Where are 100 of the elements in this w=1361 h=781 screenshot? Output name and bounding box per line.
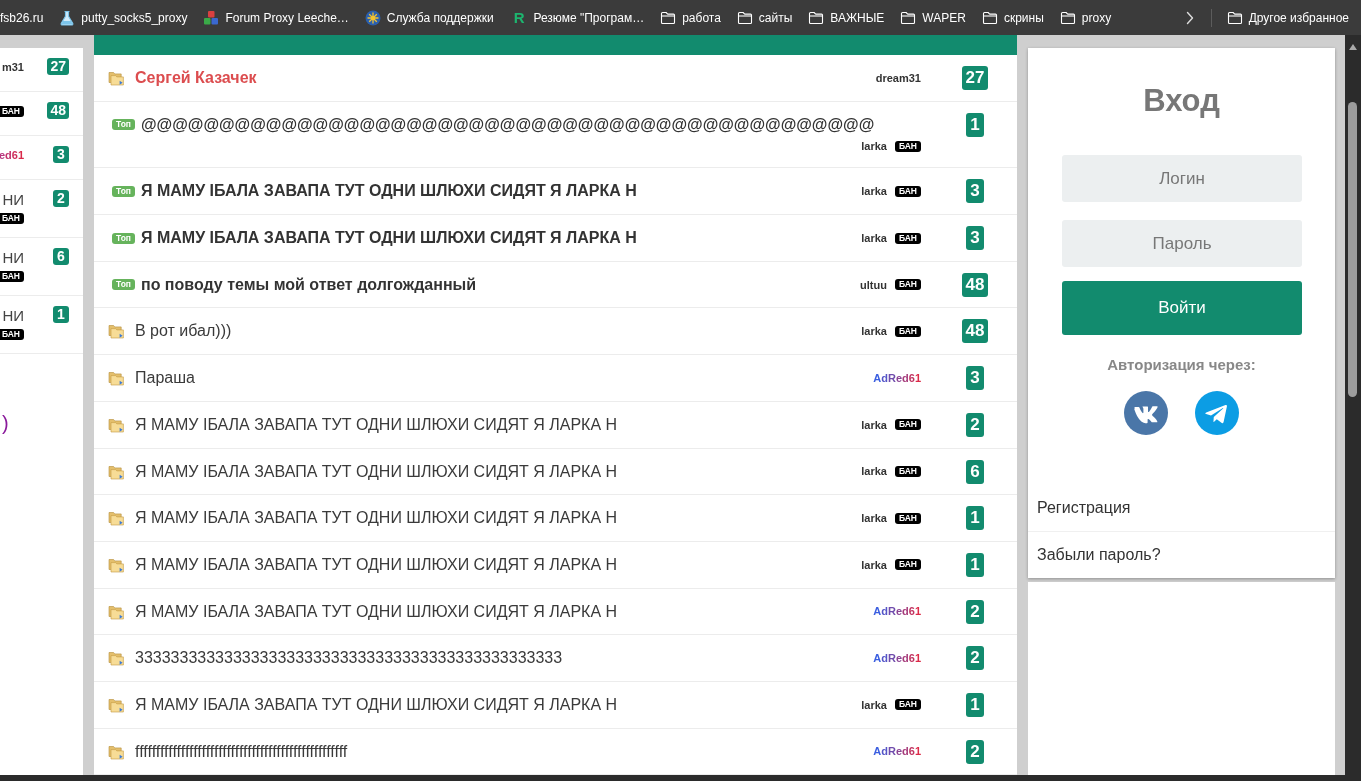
bookmark-link[interactable]: putty_socks5_proxy <box>59 9 188 26</box>
ban-badge: БАН <box>894 466 921 477</box>
reply-count: 3 <box>966 226 984 251</box>
reply-count: 1 <box>53 306 69 323</box>
ban-badge: БАН <box>894 419 921 431</box>
topic-title[interactable]: Я МАМУ ІБАЛА ЗАВАПА ТУТ ОДНИ ШЛЮХИ СИДЯТ Я ЛАРКА Н <box>135 599 618 624</box>
folders-icon <box>108 463 124 480</box>
scrollbar-track[interactable] <box>1345 35 1361 775</box>
folder-icon <box>1226 9 1243 26</box>
reply-count: 1 <box>966 552 984 577</box>
folder-icon <box>660 9 677 26</box>
ban-badge: БАН <box>894 279 921 291</box>
folders-icon <box>108 323 124 340</box>
author-name[interactable]: ultuu <box>860 276 887 293</box>
topic-title[interactable]: @@@@@@@@@@@@@@@@@@@@@@@@@@@@@@@@@@@@@@@@@@@@@@@ <box>141 112 875 137</box>
bookmark-link[interactable]: Служба поддержки <box>364 9 494 26</box>
topic-title[interactable]: Я МАМУ ІБАЛА ЗАВАПА ТУТ ОДНИ ШЛЮХИ СИДЯТ Я ЛАРКА Н <box>135 459 618 484</box>
topic-title[interactable]: Параша <box>135 366 195 391</box>
folders-icon <box>108 650 124 667</box>
topic-title[interactable]: Я МАМУ ІБАЛА ЗАВАПА ТУТ ОДНИ ШЛЮХИ СИДЯТ Я ЛАРКА Н <box>135 412 618 437</box>
topic-title[interactable]: НИ <box>2 306 24 325</box>
social-label: Авторизация через: <box>1106 355 1257 375</box>
topic-title[interactable]: fffffffffffffffffffffffffffffffffffffffffffffffffff <box>135 739 348 764</box>
sidebar-link[interactable]: Забыли пароль? <box>1028 531 1335 578</box>
author-name[interactable]: larka <box>861 556 887 574</box>
chevron-right-icon <box>1185 10 1194 25</box>
vk-icon[interactable] <box>1124 391 1168 435</box>
scroll-thumb[interactable] <box>1348 102 1357 397</box>
reply-count: 2 <box>966 646 984 671</box>
author-name[interactable]: larka <box>861 509 887 527</box>
pinned-tag: Топ <box>112 279 135 291</box>
ban-badge: БАН <box>894 232 921 244</box>
author-name[interactable]: larka <box>861 416 887 434</box>
folders-icon <box>108 556 124 573</box>
ban-badge: БАН <box>0 329 24 340</box>
login-button[interactable]: Войти <box>1062 281 1302 335</box>
author-name[interactable]: dream31 <box>875 69 921 87</box>
author-name[interactable]: AdRed61 <box>873 369 921 387</box>
folder-icon <box>736 9 753 26</box>
password-field[interactable]: Пароль <box>1062 220 1302 267</box>
reply-count: 1 <box>966 112 984 137</box>
topic-title[interactable]: НИ <box>2 190 24 209</box>
ban-badge: БАН <box>894 141 921 153</box>
reply-count: 2 <box>966 739 984 764</box>
folder-icon <box>900 9 917 26</box>
ban-badge: БАН <box>0 106 24 117</box>
folder-icon <box>808 9 825 26</box>
topic-title[interactable]: НИ <box>2 248 24 267</box>
bookmark-link[interactable]: Forum Proxy Leeche… <box>203 9 349 26</box>
reply-count: 3 <box>966 179 984 204</box>
topic-title[interactable]: 333333333333333333333333333333333333333333333333 <box>135 646 563 671</box>
reply-count: 1 <box>966 506 984 531</box>
author-name[interactable]: ed61 <box>0 147 24 164</box>
author-name[interactable]: larka <box>861 229 887 247</box>
bookmark-folder[interactable]: proxy <box>1059 9 1112 26</box>
flask-icon <box>59 9 76 26</box>
bookmark-folder[interactable]: сайты <box>736 9 793 26</box>
topic-title[interactable]: Сергей Казачек <box>135 66 257 90</box>
author-name[interactable]: AdRed61 <box>873 650 921 667</box>
author-name[interactable]: larka <box>861 323 887 340</box>
author-name[interactable]: larka <box>861 183 887 200</box>
author-name[interactable]: AdRed61 <box>873 603 921 620</box>
bookmark-folder[interactable]: работа <box>660 9 721 26</box>
bookmark-link[interactable]: fsb26.ru <box>0 9 44 26</box>
scroll-up-icon[interactable] <box>1349 44 1357 50</box>
author-name[interactable]: larka <box>861 463 887 480</box>
author-name[interactable]: larka <box>861 696 887 714</box>
folders-icon <box>108 743 124 760</box>
bookmark-link[interactable]: R Резюме "Програм… <box>509 9 645 26</box>
topic-title[interactable]: Я МАМУ ІБАЛА ЗАВАПА ТУТ ОДНИ ШЛЮХИ СИДЯТ Я ЛАРКА Н <box>135 692 618 717</box>
author-name[interactable]: AdRed61 <box>873 743 921 760</box>
reply-count: 27 <box>961 66 989 90</box>
topic-title[interactable]: В рот ибал))) <box>135 319 232 344</box>
topic-title[interactable]: по поводу темы мой ответ долгожданный <box>141 272 477 297</box>
author-name[interactable]: m31 <box>1 59 24 76</box>
reply-count: 3 <box>966 366 984 391</box>
bookmark-folder[interactable]: WAPER <box>900 9 966 26</box>
sidebar-link[interactable]: Регистрация <box>1028 485 1335 531</box>
bookmark-folder[interactable]: Другое избранное <box>1226 9 1349 26</box>
reply-count: 27 <box>47 58 69 75</box>
bookmark-folder[interactable]: ВАЖНЫЕ <box>808 9 885 26</box>
reply-count: 48 <box>961 319 989 344</box>
reply-count: 48 <box>47 102 69 119</box>
reply-count: 6 <box>966 459 984 484</box>
author-name[interactable]: larka <box>861 138 887 155</box>
topic-title[interactable]: Я МАМУ ІБАЛА ЗАВАПА ТУТ ОДНИ ШЛЮХИ СИДЯТ Я ЛАРКА Н <box>135 552 618 577</box>
login-field[interactable]: Логин <box>1062 155 1302 202</box>
topic-title[interactable]: Я МАМУ ІБАЛА ЗАВАПА ТУТ ОДНИ ШЛЮХИ СИДЯТ Я ЛАРКА Н <box>141 226 637 251</box>
ban-badge: БАН <box>0 271 24 282</box>
pinned-tag: Топ <box>112 185 135 197</box>
topic-title[interactable]: Я МАМУ ІБАЛА ЗАВАПА ТУТ ОДНИ ШЛЮХИ СИДЯТ Я ЛАРКА Н <box>141 179 637 204</box>
bookmark-folder[interactable]: скрины <box>981 9 1044 26</box>
ban-badge: БАН <box>894 699 921 711</box>
pinned-tag: Топ <box>112 232 135 244</box>
reply-count: 2 <box>966 599 984 624</box>
more-bookmarks-button[interactable] <box>1185 10 1194 25</box>
paper-plane-icon[interactable] <box>1195 391 1239 435</box>
topic-title[interactable]: Я МАМУ ІБАЛА ЗАВАПА ТУТ ОДНИ ШЛЮХИ СИДЯТ Я ЛАРКА Н <box>135 506 618 531</box>
reply-count: 2 <box>966 412 984 437</box>
folder-icon <box>1059 9 1076 26</box>
